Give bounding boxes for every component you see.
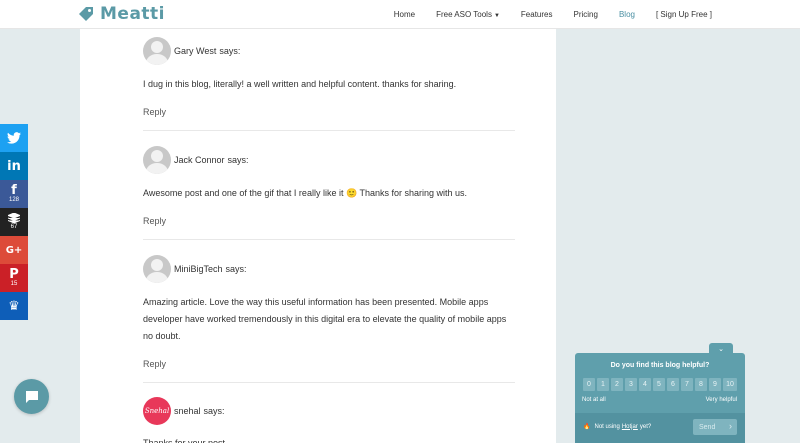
- scale-high-label: Very helpful: [705, 397, 737, 403]
- chat-launcher-button[interactable]: [14, 379, 49, 414]
- share-count: 128: [8, 197, 19, 203]
- nav-blog[interactable]: Blog: [619, 10, 635, 19]
- feedback-scale: 0 1 2 3 4 5 6 7 8 9 10: [583, 378, 739, 391]
- chevron-right-icon: ›: [729, 421, 732, 431]
- rating-option[interactable]: 9: [709, 378, 721, 391]
- avatar: [143, 37, 171, 65]
- share-more-button[interactable]: ♛: [0, 292, 28, 320]
- nav-home[interactable]: Home: [394, 10, 415, 19]
- rating-option[interactable]: 8: [695, 378, 707, 391]
- linkedin-icon: in: [7, 158, 21, 174]
- facebook-icon: f: [11, 183, 17, 198]
- comment: Snehal snehal says: Thanks for your post: [143, 396, 515, 443]
- rating-option[interactable]: 5: [653, 378, 665, 391]
- rating-option[interactable]: 0: [583, 378, 595, 391]
- nav-free-aso-tools[interactable]: Free ASO Tools ▼: [436, 10, 500, 19]
- rating-option[interactable]: 7: [681, 378, 693, 391]
- share-facebook-button[interactable]: f 128: [0, 180, 28, 208]
- comment: MiniBigTech says: Amazing article. Love …: [143, 254, 515, 372]
- nav-sign-up[interactable]: [ Sign Up Free ]: [656, 10, 712, 19]
- comment-divider: [143, 239, 515, 240]
- note-text: Not using: [594, 423, 620, 430]
- scale-low-label: Not at all: [582, 397, 606, 403]
- note-suffix: yet?: [639, 423, 652, 430]
- comments-section: Gary West says: I dug in this blog, lite…: [80, 29, 556, 443]
- site-header: Meatti Home Free ASO Tools ▼ Features Pri…: [0, 0, 800, 29]
- comment-header: Gary West says:: [143, 36, 515, 66]
- nav-free-aso-tools-label: Free ASO Tools: [436, 10, 492, 19]
- comment-author[interactable]: MiniBigTech: [174, 264, 223, 274]
- tag-logo-icon: [79, 7, 93, 21]
- chevron-down-icon: ⌄: [718, 346, 724, 353]
- reply-link[interactable]: Reply: [143, 359, 166, 369]
- comment-divider: [143, 130, 515, 131]
- logo[interactable]: Meatti: [78, 4, 165, 24]
- comment-text: Awesome post and one of the gif that I r…: [143, 188, 468, 198]
- rating-option[interactable]: 2: [611, 378, 623, 391]
- caret-down-icon: ▼: [493, 13, 500, 19]
- comment-header: Snehal snehal says:: [143, 396, 515, 426]
- feedback-widget: Do you find this blog helpful? 0 1 2 3 4…: [575, 353, 745, 443]
- google-plus-icon: G+: [5, 244, 23, 256]
- share-google-plus-button[interactable]: G+: [0, 236, 28, 264]
- twitter-icon: [7, 132, 21, 144]
- social-share-bar: in f 128 67 G+ P 15 ♛: [0, 124, 28, 320]
- comment-author[interactable]: snehal: [174, 406, 201, 416]
- buffer-icon: [8, 213, 20, 224]
- logo-text: Meatti: [100, 4, 165, 24]
- feedback-footer: 🔥 Not using Hotjar yet? Send ›: [575, 413, 745, 443]
- avatar: Snehal: [143, 397, 171, 425]
- hotjar-note: 🔥 Not using Hotjar yet?: [583, 423, 652, 431]
- reply-link[interactable]: Reply: [143, 216, 166, 226]
- share-twitter-button[interactable]: [0, 124, 28, 152]
- share-count: 67: [10, 224, 18, 230]
- avatar: [143, 255, 171, 283]
- send-label: Send: [699, 423, 716, 431]
- rating-option[interactable]: 4: [639, 378, 651, 391]
- comment-header: Jack Connor says:: [143, 145, 515, 175]
- nav-features[interactable]: Features: [521, 10, 553, 19]
- rating-option[interactable]: 10: [723, 378, 737, 391]
- reply-link[interactable]: Reply: [143, 107, 166, 117]
- rating-option[interactable]: 6: [667, 378, 679, 391]
- chat-icon: [25, 390, 38, 403]
- rating-option[interactable]: 1: [597, 378, 609, 391]
- feedback-title: Do you find this blog helpful?: [610, 362, 710, 369]
- hotjar-link[interactable]: Hotjar: [622, 424, 638, 430]
- avatar: [143, 146, 171, 174]
- comment-header: MiniBigTech says:: [143, 254, 515, 284]
- comment-author[interactable]: Gary West: [174, 46, 216, 56]
- send-button[interactable]: Send ›: [693, 419, 737, 435]
- share-count: 15: [10, 281, 18, 287]
- comment-says: says:: [203, 406, 225, 416]
- comment-text: Thanks for your post: [143, 438, 226, 443]
- comment-text: Amazing article. Love the way this usefu…: [143, 297, 507, 341]
- comment: Gary West says: I dug in this blog, lite…: [143, 36, 515, 120]
- crown-icon: ♛: [8, 298, 20, 314]
- pinterest-icon: P: [9, 267, 19, 282]
- comment-divider: [143, 382, 515, 383]
- main-nav: Home Free ASO Tools ▼ Features Pricing Bl…: [373, 0, 712, 29]
- nav-pricing[interactable]: Pricing: [574, 10, 598, 19]
- hotjar-flame-icon: 🔥: [583, 424, 591, 430]
- comment-author[interactable]: Jack Connor: [174, 155, 225, 165]
- comment-says: says:: [225, 264, 247, 274]
- comment-says: says:: [219, 46, 241, 56]
- comment: Jack Connor says: Awesome post and one o…: [143, 145, 515, 229]
- comment-text: I dug in this blog, literally! a well wr…: [143, 79, 457, 89]
- share-buffer-button[interactable]: 67: [0, 208, 28, 236]
- share-linkedin-button[interactable]: in: [0, 152, 28, 180]
- rating-option[interactable]: 3: [625, 378, 637, 391]
- comment-says: says:: [227, 155, 249, 165]
- avatar-text: Snehal: [144, 407, 170, 415]
- share-pinterest-button[interactable]: P 15: [0, 264, 28, 292]
